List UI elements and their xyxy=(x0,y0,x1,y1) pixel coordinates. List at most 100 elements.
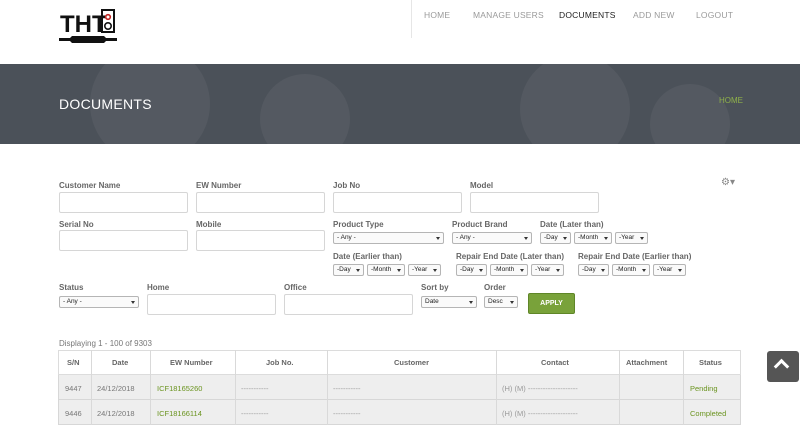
nav-home[interactable]: HOME xyxy=(424,10,450,20)
repair-earlier-day-select[interactable]: -Day xyxy=(578,264,609,276)
order-label: Order xyxy=(484,283,506,292)
date-earlier-day-select[interactable]: -Day xyxy=(333,264,364,276)
date-later-month-value: -Month xyxy=(578,234,599,241)
date-earlier-month-value: -Month xyxy=(371,266,392,273)
cell-customer: ----------- xyxy=(333,409,361,418)
sort-by-value: Date xyxy=(425,298,439,305)
model-input[interactable] xyxy=(470,192,599,213)
date-earlier-year-value: -Year xyxy=(412,266,428,273)
date-later-label: Date (Later than) xyxy=(540,220,604,229)
job-no-label: Job No xyxy=(333,181,361,190)
repair-earlier-year-select[interactable]: -Year xyxy=(653,264,686,276)
column-divider xyxy=(683,350,684,425)
status-select[interactable]: - Any - xyxy=(59,296,139,308)
cell-job-no: ----------- xyxy=(241,384,269,393)
order-select[interactable]: Desc xyxy=(484,296,518,308)
repair-earlier-year-value: -Year xyxy=(657,266,673,273)
cell-customer: ----------- xyxy=(333,384,361,393)
nav-logout[interactable]: LOGOUT xyxy=(696,10,733,20)
logo-graphic: THT xyxy=(59,9,117,43)
column-divider xyxy=(619,350,620,425)
chevron-down-icon xyxy=(642,269,646,272)
column-divider xyxy=(91,350,92,425)
chevron-down-icon xyxy=(356,269,360,272)
product-type-label: Product Type xyxy=(333,220,384,229)
office-input[interactable] xyxy=(284,294,413,315)
column-divider xyxy=(496,350,497,425)
column-divider xyxy=(327,350,328,425)
chevron-up-icon xyxy=(773,358,790,375)
column-divider xyxy=(150,350,151,425)
cell-ew-number-link[interactable]: ICF18165260 xyxy=(157,384,202,393)
chevron-down-icon xyxy=(433,269,437,272)
chevron-down-icon xyxy=(520,269,524,272)
cell-job-no: ----------- xyxy=(241,409,269,418)
date-later-day-select[interactable]: -Day xyxy=(540,232,571,244)
scroll-to-top-button[interactable] xyxy=(767,351,799,382)
gear-icon[interactable]: ⚙▾ xyxy=(721,177,735,188)
chevron-down-icon xyxy=(131,301,135,304)
mobile-input[interactable] xyxy=(196,230,325,251)
header-date[interactable]: Date xyxy=(112,358,128,367)
cell-ew-number-link[interactable]: ICF18166114 xyxy=(157,409,202,418)
repair-earlier-month-select[interactable]: -Month xyxy=(612,264,650,276)
chevron-down-icon xyxy=(563,237,567,240)
banner-texture xyxy=(650,84,730,144)
ew-number-input[interactable] xyxy=(196,192,325,213)
chevron-down-icon xyxy=(604,237,608,240)
apply-button[interactable]: APPLY xyxy=(528,293,575,314)
header-ew-number[interactable]: EW Number xyxy=(170,358,213,367)
status-value: - Any - xyxy=(63,298,82,305)
repair-earlier-month-value: -Month xyxy=(616,266,637,273)
home-input[interactable] xyxy=(147,294,276,315)
header-customer[interactable]: Customer xyxy=(394,358,429,367)
breadcrumb-home[interactable]: HOME xyxy=(719,96,743,105)
repair-later-day-select[interactable]: -Day xyxy=(456,264,487,276)
header-job-no[interactable]: Job No. xyxy=(266,358,294,367)
date-later-year-select[interactable]: -Year xyxy=(615,232,648,244)
date-earlier-month-select[interactable]: -Month xyxy=(367,264,405,276)
date-later-day-value: -Day xyxy=(544,234,558,241)
order-value: Desc xyxy=(488,298,503,305)
header-sn[interactable]: S/N xyxy=(67,358,80,367)
sort-by-select[interactable]: Date xyxy=(421,296,477,308)
repair-later-day-value: -Day xyxy=(460,266,474,273)
serial-no-input[interactable] xyxy=(59,230,188,251)
header-contact[interactable]: Contact xyxy=(541,358,569,367)
product-brand-value: - Any - xyxy=(456,234,475,241)
model-label: Model xyxy=(470,181,494,190)
chevron-down-icon xyxy=(436,237,440,240)
status-badge: Completed xyxy=(690,409,727,418)
date-earlier-year-select[interactable]: -Year xyxy=(408,264,441,276)
customer-name-label: Customer Name xyxy=(59,181,121,190)
site-logo[interactable]: THT xyxy=(58,8,118,48)
job-no-input[interactable] xyxy=(333,192,462,213)
customer-name-input[interactable] xyxy=(59,192,188,213)
cell-date: 24/12/2018 xyxy=(97,384,135,393)
chevron-down-icon xyxy=(678,269,682,272)
repair-later-month-value: -Month xyxy=(494,266,515,273)
repair-later-label: Repair End Date (Later than) xyxy=(456,252,565,261)
date-earlier-day-value: -Day xyxy=(337,266,351,273)
nav-add-new[interactable]: ADD NEW xyxy=(633,10,675,20)
nav-documents[interactable]: DOCUMENTS xyxy=(559,10,616,20)
product-type-select[interactable]: - Any - xyxy=(333,232,444,244)
repair-later-month-select[interactable]: -Month xyxy=(490,264,528,276)
status-label: Status xyxy=(59,283,84,292)
chevron-down-icon xyxy=(479,269,483,272)
product-brand-select[interactable]: - Any - xyxy=(452,232,532,244)
nav-manage-users[interactable]: MANAGE USERS xyxy=(473,10,544,20)
date-later-month-select[interactable]: -Month xyxy=(574,232,612,244)
date-earlier-label: Date (Earlier than) xyxy=(333,252,402,261)
sort-by-label: Sort by xyxy=(421,283,449,292)
mobile-label: Mobile xyxy=(196,220,222,229)
cell-date: 24/12/2018 xyxy=(97,409,135,418)
cell-sn: 9446 xyxy=(65,409,82,418)
product-type-value: - Any - xyxy=(337,234,356,241)
home-label: Home xyxy=(147,283,170,292)
header-status[interactable]: Status xyxy=(699,358,722,367)
chevron-down-icon xyxy=(556,269,560,272)
repair-later-year-select[interactable]: -Year xyxy=(531,264,564,276)
svg-text:THT: THT xyxy=(60,11,107,38)
ew-number-label: EW Number xyxy=(196,181,242,190)
